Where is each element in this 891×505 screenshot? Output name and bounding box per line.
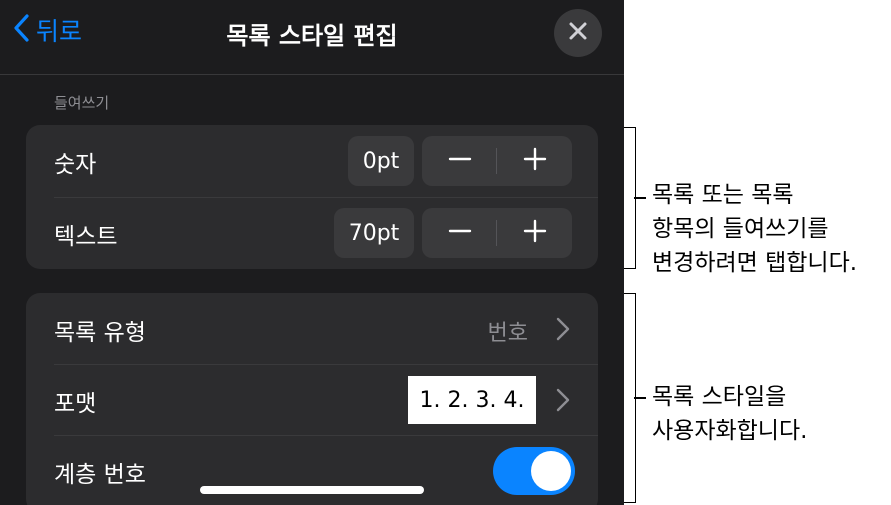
indent-number-row: 숫자 0pt <box>26 125 598 197</box>
callout-line: 사용자화합니다. <box>652 418 808 444</box>
chevron-right-icon <box>556 388 570 416</box>
callout-line: 항목의 들여쓰기를 <box>652 216 829 242</box>
list-style-group: 목록 유형 번호 포맷 1. 2. 3. 4. 계층 번호 <box>26 293 598 505</box>
callout-style: 목록 스타일을 사용자화합니다. <box>652 380 807 448</box>
format-label: 포맷 <box>54 391 97 417</box>
callout-bracket-tick <box>634 197 646 199</box>
indent-text-value[interactable]: 70pt <box>334 208 414 258</box>
back-button[interactable]: 뒤로 <box>12 10 82 50</box>
back-button-label: 뒤로 <box>36 17 83 46</box>
tiered-numbers-row: 계층 번호 <box>26 435 598 505</box>
callout-indent: 목록 또는 목록 항목의 들여쓰기를 변경하려면 탭합니다. <box>652 178 857 280</box>
close-icon <box>568 21 588 45</box>
indent-text-decrement-button[interactable] <box>422 208 497 258</box>
indent-text-stepper <box>422 208 572 258</box>
toggle-knob <box>531 451 571 491</box>
indent-group: 숫자 0pt 텍스트 70pt <box>26 125 598 269</box>
callout-line: 목록 스타일을 <box>652 384 787 410</box>
plus-icon <box>523 147 547 175</box>
indent-text-row: 텍스트 70pt <box>26 197 598 269</box>
chevron-right-icon <box>556 317 570 345</box>
page-title: 목록 스타일 편집 <box>226 22 398 50</box>
indent-number-value[interactable]: 0pt <box>348 136 414 186</box>
list-type-row[interactable]: 목록 유형 번호 <box>26 293 598 365</box>
minus-icon <box>448 219 472 247</box>
indent-number-label: 숫자 <box>54 152 97 178</box>
format-row[interactable]: 포맷 1. 2. 3. 4. <box>26 364 598 436</box>
callout-line: 변경하려면 탭합니다. <box>652 250 858 276</box>
indent-section-header: 들여쓰기 <box>54 94 110 112</box>
indent-number-decrement-button[interactable] <box>422 136 497 186</box>
indent-text-label: 텍스트 <box>54 224 118 250</box>
format-value-field[interactable]: 1. 2. 3. 4. <box>408 376 536 424</box>
tiered-numbers-toggle[interactable] <box>493 447 575 495</box>
list-type-value: 번호 <box>487 321 528 346</box>
list-type-label: 목록 유형 <box>54 320 146 346</box>
callout-bracket-tick <box>634 397 646 399</box>
edit-list-style-panel: 뒤로 목록 스타일 편집 들여쓰기 숫자 0pt 텍스트 70pt 목록 유형 … <box>0 0 624 505</box>
indent-number-increment-button[interactable] <box>497 136 572 186</box>
minus-icon <box>448 147 472 175</box>
navigation-bar: 뒤로 목록 스타일 편집 <box>0 0 624 75</box>
plus-icon <box>523 219 547 247</box>
tiered-numbers-label: 계층 번호 <box>54 462 146 488</box>
screenshot-stage: 뒤로 목록 스타일 편집 들여쓰기 숫자 0pt 텍스트 70pt 목록 유형 … <box>0 0 891 505</box>
close-button[interactable] <box>554 9 602 57</box>
home-indicator[interactable] <box>200 486 424 494</box>
callout-line: 목록 또는 목록 <box>652 182 794 208</box>
chevron-left-icon <box>12 13 30 47</box>
indent-text-increment-button[interactable] <box>497 208 572 258</box>
indent-number-stepper <box>422 136 572 186</box>
